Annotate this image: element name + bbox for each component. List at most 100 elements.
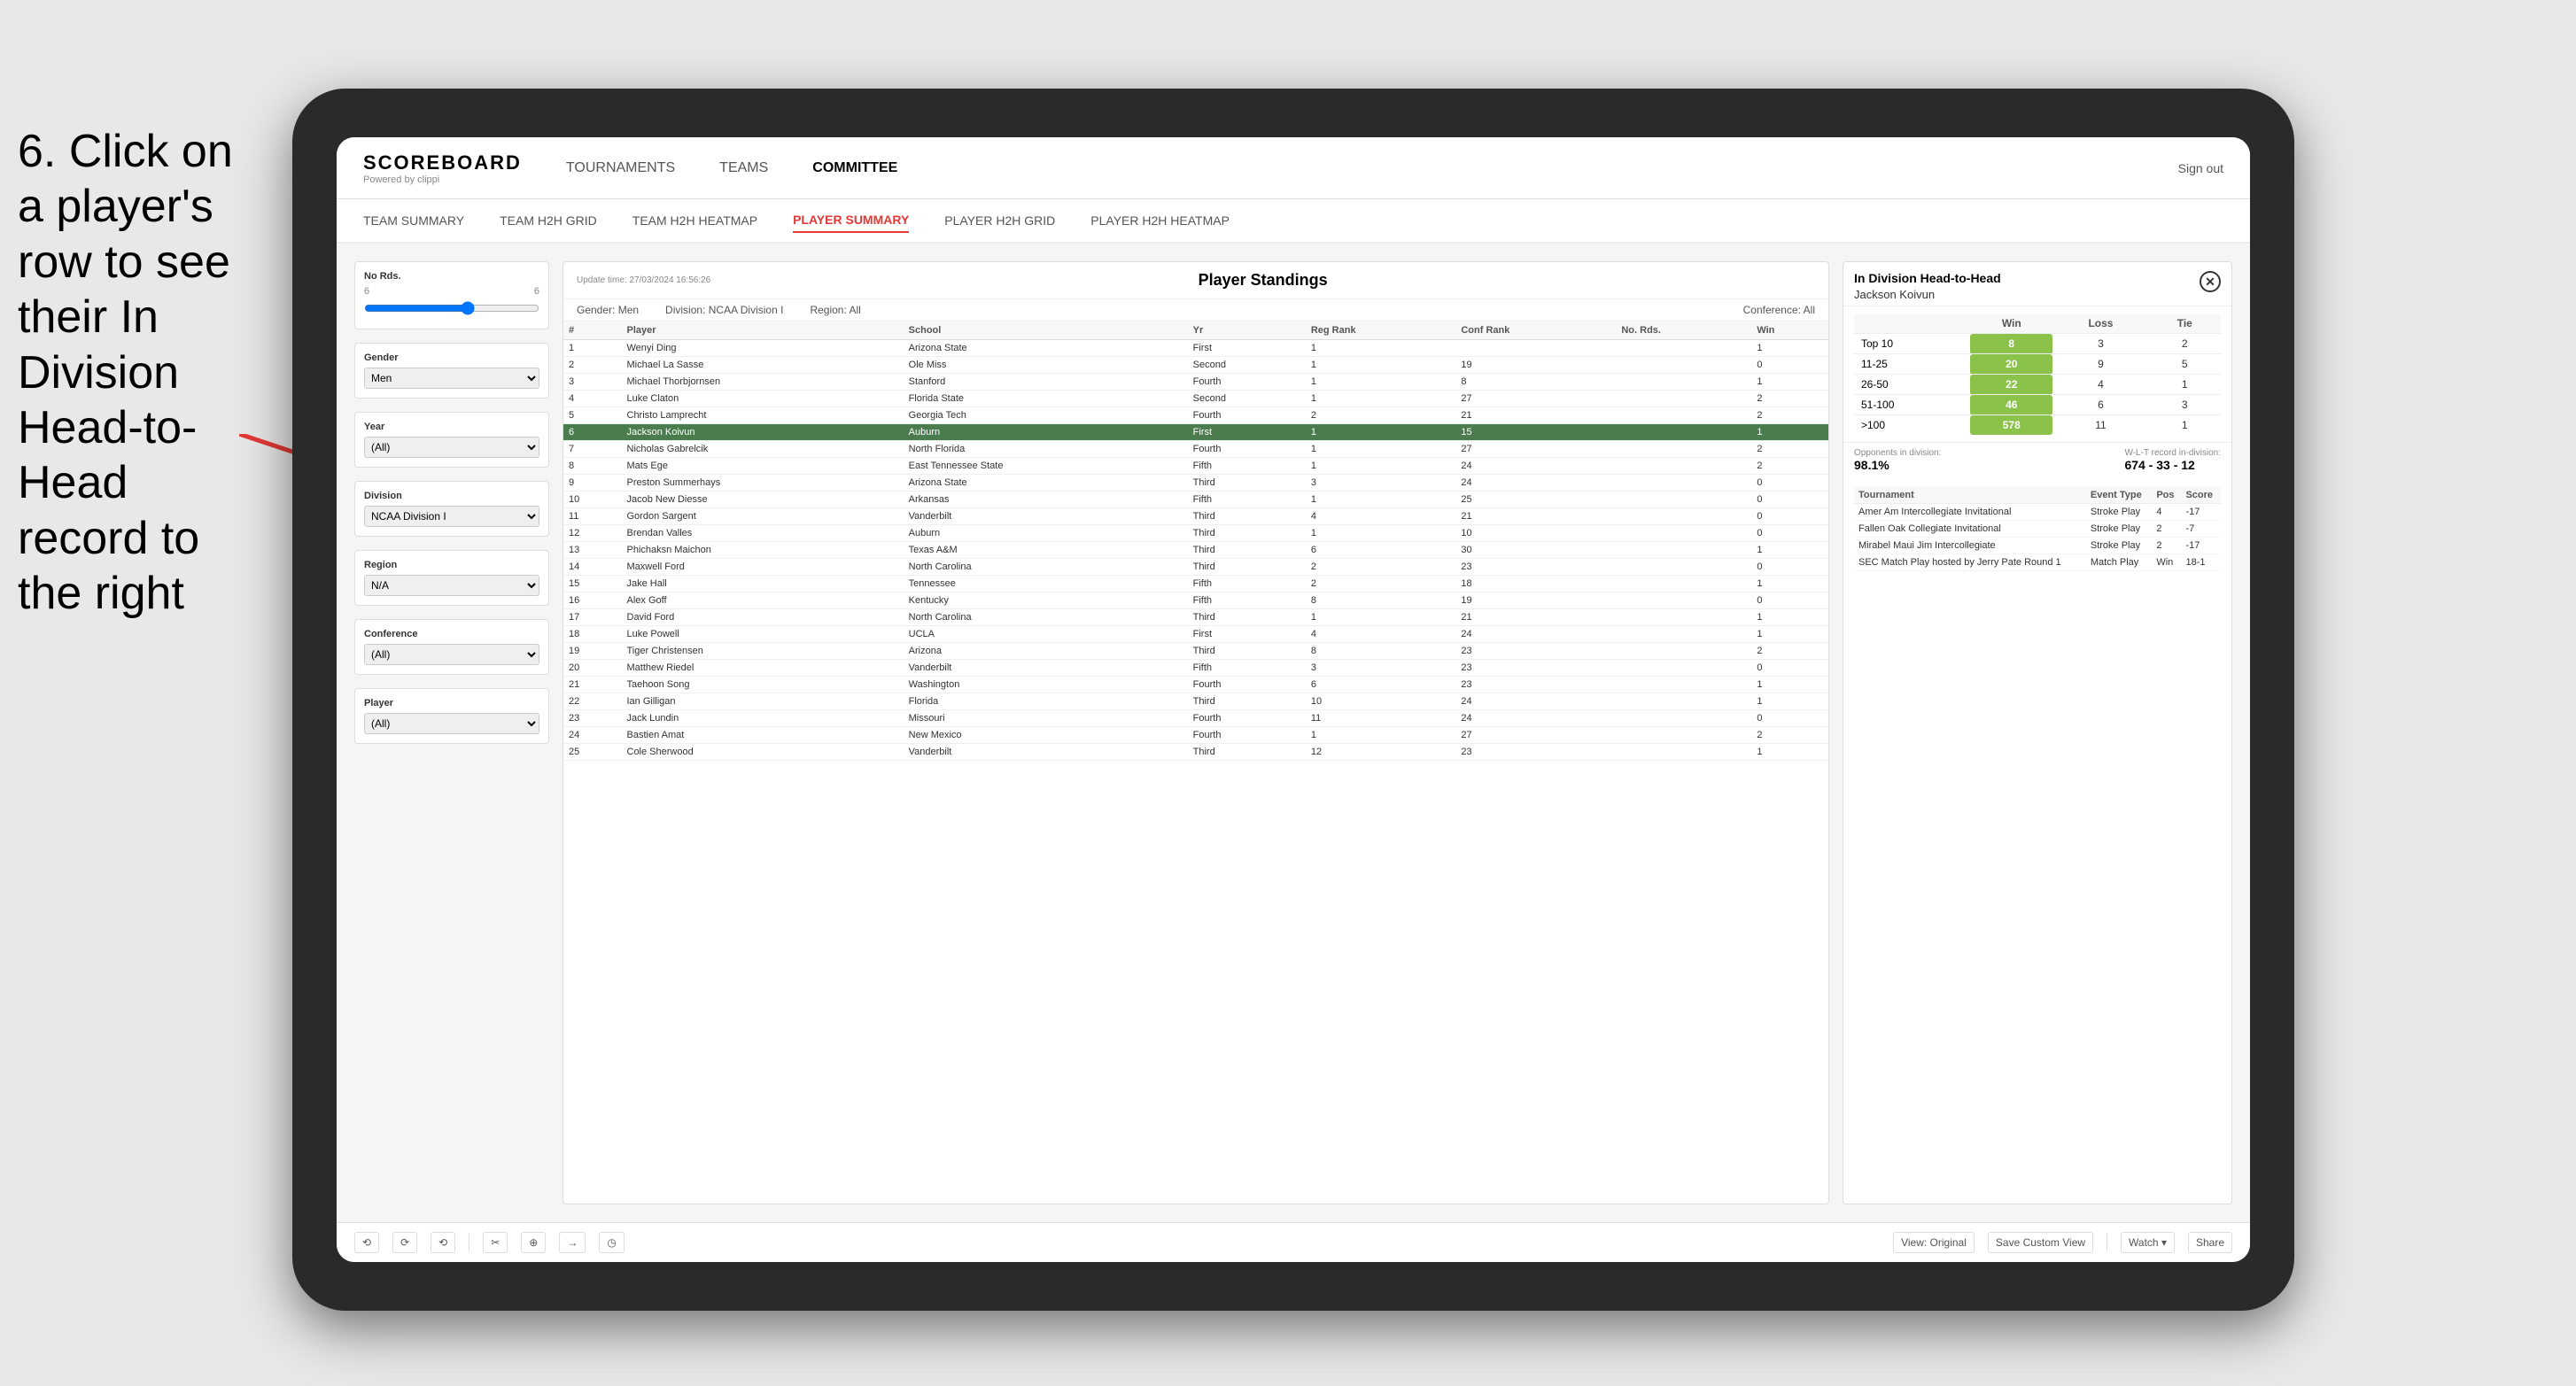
- share-button[interactable]: Share: [2188, 1232, 2232, 1253]
- row-conf: 23: [1455, 660, 1616, 677]
- standings-row[interactable]: 25 Cole Sherwood Vanderbilt Third 12 23 …: [563, 744, 1828, 761]
- standings-row[interactable]: 14 Maxwell Ford North Carolina Third 2 2…: [563, 559, 1828, 576]
- watch-button[interactable]: Watch ▾: [2121, 1232, 2175, 1253]
- row-player: Bastien Amat: [622, 727, 904, 744]
- row-win: 0: [1751, 357, 1828, 374]
- standings-row[interactable]: 23 Jack Lundin Missouri Fourth 11 24 0: [563, 710, 1828, 727]
- standings-row[interactable]: 16 Alex Goff Kentucky Fifth 8 19 0: [563, 592, 1828, 609]
- row-player: Preston Summerhays: [622, 475, 904, 492]
- row-num: 22: [563, 693, 622, 710]
- standings-row[interactable]: 15 Jake Hall Tennessee Fifth 2 18 1: [563, 576, 1828, 592]
- sub-nav-team-h2h-grid[interactable]: TEAM H2H GRID: [500, 209, 597, 232]
- nav-teams[interactable]: TEAMS: [719, 156, 768, 181]
- cut-button[interactable]: ✂: [483, 1232, 508, 1253]
- sub-nav-player-h2h-heatmap[interactable]: PLAYER H2H HEATMAP: [1090, 209, 1230, 232]
- standings-row[interactable]: 11 Gordon Sargent Vanderbilt Third 4 21 …: [563, 508, 1828, 525]
- row-reg: 1: [1306, 458, 1456, 475]
- standings-row[interactable]: 9 Preston Summerhays Arizona State Third…: [563, 475, 1828, 492]
- standings-row[interactable]: 1 Wenyi Ding Arizona State First 1 1: [563, 340, 1828, 357]
- row-win: 2: [1751, 407, 1828, 424]
- standings-row[interactable]: 10 Jacob New Diesse Arkansas Fifth 1 25 …: [563, 492, 1828, 508]
- standings-row[interactable]: 12 Brendan Valles Auburn Third 1 10 0: [563, 525, 1828, 542]
- row-rds: [1616, 626, 1751, 643]
- sub-nav-team-summary[interactable]: TEAM SUMMARY: [363, 209, 464, 232]
- standings-row[interactable]: 18 Luke Powell UCLA First 4 24 1: [563, 626, 1828, 643]
- row-num: 18: [563, 626, 622, 643]
- row-yr: Third: [1188, 542, 1306, 559]
- standings-row[interactable]: 13 Phichaksn Maichon Texas A&M Third 6 3…: [563, 542, 1828, 559]
- save-custom-button[interactable]: Save Custom View: [1988, 1232, 2093, 1253]
- standings-row[interactable]: 17 David Ford North Carolina Third 1 21 …: [563, 609, 1828, 626]
- add-button[interactable]: ⊕: [521, 1232, 546, 1253]
- arrow-button[interactable]: →: [559, 1232, 586, 1253]
- standings-row[interactable]: 2 Michael La Sasse Ole Miss Second 1 19 …: [563, 357, 1828, 374]
- standings-row[interactable]: 22 Ian Gilligan Florida Third 10 24 1: [563, 693, 1828, 710]
- close-button[interactable]: ✕: [2200, 271, 2221, 292]
- h2h-tie: 2: [2149, 334, 2221, 354]
- sign-out-link[interactable]: Sign out: [2178, 161, 2223, 175]
- row-num: 1: [563, 340, 622, 357]
- standings-row[interactable]: 5 Christo Lamprecht Georgia Tech Fourth …: [563, 407, 1828, 424]
- no-rds-slider[interactable]: [364, 301, 539, 315]
- conference-select[interactable]: (All): [364, 644, 539, 665]
- player-select[interactable]: (All): [364, 713, 539, 734]
- sub-nav-player-summary[interactable]: PLAYER SUMMARY: [793, 208, 909, 233]
- row-conf: 23: [1455, 744, 1616, 761]
- t-pos: 2: [2152, 521, 2181, 538]
- row-reg: 11: [1306, 710, 1456, 727]
- row-reg: 8: [1306, 643, 1456, 660]
- h2h-title: In Division Head-to-Head: [1854, 271, 2001, 285]
- col-conf: Conf Rank: [1455, 321, 1616, 340]
- standings-row[interactable]: 21 Taehoon Song Washington Fourth 6 23 1: [563, 677, 1828, 693]
- center-panel: Update time: 27/03/2024 16:56:26 Player …: [563, 261, 1829, 1204]
- clock-button[interactable]: ◷: [599, 1232, 624, 1253]
- view-original-button[interactable]: View: Original: [1893, 1232, 1975, 1253]
- standings-row[interactable]: 4 Luke Claton Florida State Second 1 27 …: [563, 391, 1828, 407]
- h2h-win: 46: [1970, 395, 2052, 415]
- tablet-frame: SCOREBOARD Powered by clippi TOURNAMENTS…: [292, 89, 2294, 1311]
- record-val: 674 - 33 - 12: [2124, 458, 2221, 472]
- row-conf: 19: [1455, 592, 1616, 609]
- row-reg: 2: [1306, 407, 1456, 424]
- opponents-label: Opponents in division:: [1854, 448, 1941, 458]
- row-num: 14: [563, 559, 622, 576]
- region-filter: Region: All: [810, 304, 860, 316]
- nav-tournaments[interactable]: TOURNAMENTS: [566, 156, 675, 181]
- h2h-win: 578: [1970, 415, 2052, 436]
- row-num: 19: [563, 643, 622, 660]
- row-player: Nicholas Gabrelcik: [622, 441, 904, 458]
- year-section: Year (All): [354, 412, 549, 468]
- standings-row[interactable]: 24 Bastien Amat New Mexico Fourth 1 27 2: [563, 727, 1828, 744]
- standings-row[interactable]: 3 Michael Thorbjornsen Stanford Fourth 1…: [563, 374, 1828, 391]
- standings-row[interactable]: 20 Matthew Riedel Vanderbilt Fifth 3 23 …: [563, 660, 1828, 677]
- standings-row[interactable]: 6 Jackson Koivun Auburn First 1 15 1: [563, 424, 1828, 441]
- h2h-tie: 1: [2149, 375, 2221, 395]
- refresh-button[interactable]: ⟲: [431, 1232, 455, 1253]
- region-select[interactable]: N/A: [364, 575, 539, 596]
- standings-row[interactable]: 19 Tiger Christensen Arizona Third 8 23 …: [563, 643, 1828, 660]
- sub-nav-player-h2h-grid[interactable]: PLAYER H2H GRID: [944, 209, 1055, 232]
- row-yr: Fourth: [1188, 407, 1306, 424]
- sub-nav-team-h2h-heatmap[interactable]: TEAM H2H HEATMAP: [632, 209, 757, 232]
- standings-row[interactable]: 8 Mats Ege East Tennessee State Fifth 1 …: [563, 458, 1828, 475]
- row-player: Jackson Koivun: [622, 424, 904, 441]
- row-rds: [1616, 693, 1751, 710]
- standings-row[interactable]: 7 Nicholas Gabrelcik North Florida Fourt…: [563, 441, 1828, 458]
- h2h-row: 11-25 20 9 5: [1854, 354, 2221, 375]
- row-school: North Carolina: [904, 609, 1188, 626]
- row-yr: Fifth: [1188, 458, 1306, 475]
- conference-label: Conference: [364, 629, 539, 639]
- nav-committee[interactable]: COMMITTEE: [812, 156, 897, 181]
- undo-button[interactable]: ⟲: [354, 1232, 379, 1253]
- row-rds: [1616, 559, 1751, 576]
- row-rds: [1616, 660, 1751, 677]
- row-yr: Fourth: [1188, 441, 1306, 458]
- redo-button[interactable]: ⟳: [392, 1232, 417, 1253]
- division-select[interactable]: NCAA Division I: [364, 506, 539, 527]
- gender-select[interactable]: Men: [364, 368, 539, 389]
- t-type: Stroke Play: [2086, 538, 2152, 554]
- row-yr: Third: [1188, 609, 1306, 626]
- year-select[interactable]: (All): [364, 437, 539, 458]
- row-win: 0: [1751, 559, 1828, 576]
- h2h-tie: 5: [2149, 354, 2221, 375]
